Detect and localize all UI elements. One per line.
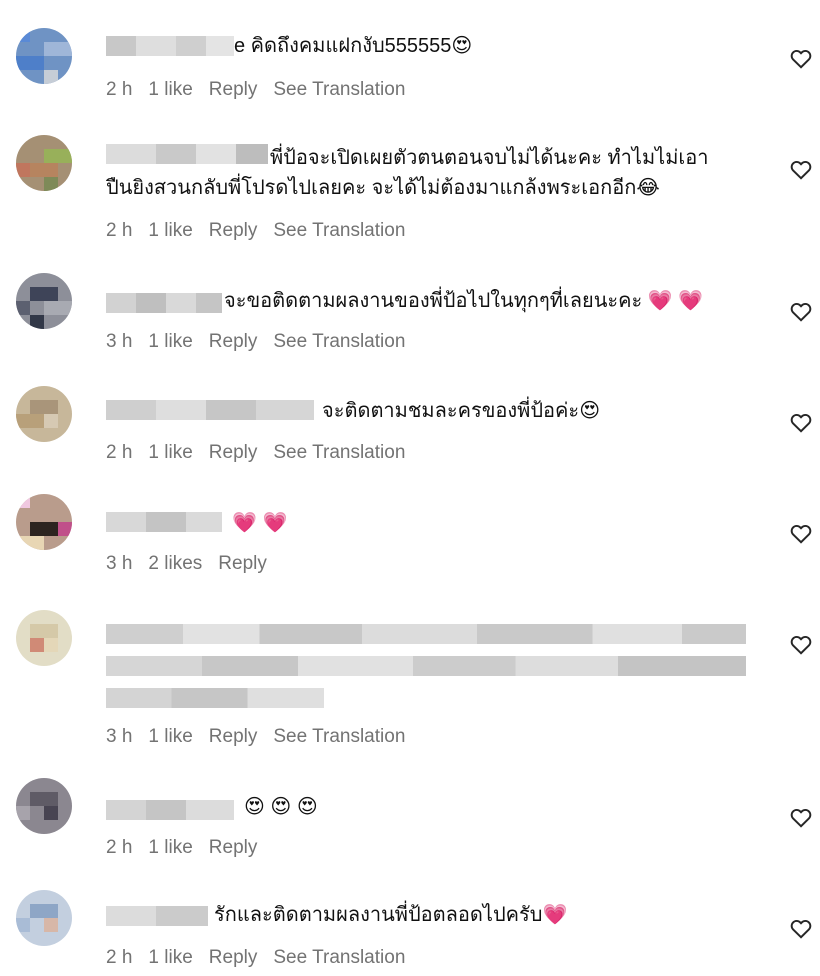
reply-button[interactable]: Reply — [209, 837, 258, 858]
reply-button[interactable]: Reply — [209, 442, 258, 463]
like-heart-icon[interactable] — [788, 520, 814, 546]
comment-time: 3 h — [106, 726, 133, 747]
avatar[interactable] — [16, 890, 72, 946]
blurred-username — [106, 36, 234, 56]
comment-meta: 3 h 2 likes Reply — [106, 553, 283, 575]
like-heart-icon[interactable] — [788, 631, 814, 657]
comment-time: 2 h — [106, 79, 133, 100]
comment-meta: 2 h 1 like Reply See Translation — [106, 79, 421, 101]
see-translation-button[interactable]: See Translation — [273, 442, 405, 463]
comment-text: จะติดตามชมละครของพี่ป้อค่ะ😍 — [322, 400, 601, 422]
blurred-username — [106, 800, 234, 820]
comment-time: 2 h — [106, 442, 133, 463]
likes-count[interactable]: 1 like — [148, 726, 192, 747]
likes-count[interactable]: 1 like — [148, 331, 192, 352]
avatar[interactable] — [16, 273, 72, 329]
blurred-username — [106, 293, 222, 313]
reply-button[interactable]: Reply — [218, 553, 267, 574]
comment-text: รักและติดตามผลงานพี่ป้อตลอดไปครับ💗 — [214, 904, 568, 926]
likes-count[interactable]: 1 like — [148, 947, 192, 968]
comment-meta: 2 h 1 like Reply See Translation — [106, 220, 421, 242]
like-heart-icon[interactable] — [788, 45, 814, 71]
likes-count[interactable]: 1 like — [148, 442, 192, 463]
see-translation-button[interactable]: See Translation — [273, 331, 405, 352]
like-heart-icon[interactable] — [788, 915, 814, 941]
reply-button[interactable]: Reply — [209, 331, 258, 352]
comment-meta: 3 h 1 like Reply See Translation — [106, 726, 421, 748]
heart-eyes-emoji: 😍 — [451, 35, 473, 57]
blurred-username — [106, 400, 314, 420]
reply-button[interactable]: Reply — [209, 79, 258, 100]
avatar[interactable] — [16, 28, 72, 84]
see-translation-button[interactable]: See Translation — [273, 947, 405, 968]
avatar[interactable] — [16, 778, 72, 834]
comment-meta: 2 h 1 like Reply — [106, 837, 273, 859]
comment-text: e คิดถึงคมแฝกงับ555555😍 — [234, 35, 473, 57]
comment-meta: 2 h 1 like Reply See Translation — [106, 442, 421, 464]
blurred-username — [106, 512, 222, 532]
like-heart-icon[interactable] — [788, 409, 814, 435]
comment-time: 3 h — [106, 331, 133, 352]
comment-text: พี่ป้อจะเปิดเผยตัวตนตอนจบไม่ได้นะคะ ทำไม… — [270, 147, 709, 169]
comment-text-line2: ปืนยิงสวนกลับพี่โปรดไปเลยคะ จะได้ไม่ต้อง… — [106, 177, 660, 199]
heart-eyes-emoji: 😍 😍 😍 — [244, 796, 318, 818]
comment-text: จะขอติดตามผลงานของพี่ป้อไปในทุกๆที่เลยนะ… — [224, 290, 704, 312]
likes-count[interactable]: 1 like — [148, 79, 192, 100]
like-heart-icon[interactable] — [788, 298, 814, 324]
reply-button[interactable]: Reply — [209, 726, 258, 747]
pink-heart-emoji: 💗 💗 — [232, 512, 288, 534]
comment-time: 2 h — [106, 947, 133, 968]
blurred-username — [106, 144, 268, 164]
likes-count[interactable]: 2 likes — [148, 553, 202, 574]
pink-heart-emoji: 💗 — [542, 904, 568, 926]
avatar[interactable] — [16, 494, 72, 550]
likes-count[interactable]: 1 like — [148, 220, 192, 241]
comment-meta: 3 h 1 like Reply See Translation — [106, 331, 421, 353]
comment-text: 😍 😍 😍 — [244, 792, 318, 822]
avatar[interactable] — [16, 135, 72, 191]
comment-meta: 2 h 1 like Reply See Translation — [106, 947, 421, 969]
blurred-username — [106, 906, 208, 926]
laughing-emoji: 😂 — [636, 177, 660, 199]
see-translation-button[interactable]: See Translation — [273, 220, 405, 241]
heart-eyes-emoji: 😍 — [579, 400, 601, 422]
like-heart-icon[interactable] — [788, 156, 814, 182]
reply-button[interactable]: Reply — [209, 947, 258, 968]
comment-time: 2 h — [106, 837, 133, 858]
blurred-comment-text — [106, 624, 766, 710]
likes-count[interactable]: 1 like — [148, 837, 192, 858]
avatar[interactable] — [16, 610, 72, 666]
avatar[interactable] — [16, 386, 72, 442]
pink-heart-emoji: 💗 💗 — [647, 290, 704, 312]
see-translation-button[interactable]: See Translation — [273, 726, 405, 747]
like-heart-icon[interactable] — [788, 804, 814, 830]
reply-button[interactable]: Reply — [209, 220, 258, 241]
comment-text: 💗 💗 — [232, 508, 287, 538]
comment-time: 2 h — [106, 220, 133, 241]
see-translation-button[interactable]: See Translation — [273, 79, 405, 100]
comment-time: 3 h — [106, 553, 133, 574]
